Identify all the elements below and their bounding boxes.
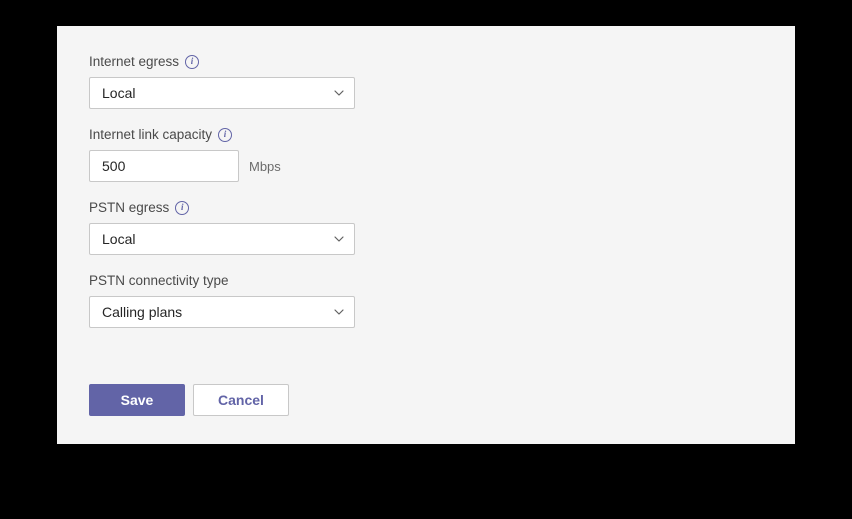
save-button[interactable]: Save — [89, 384, 185, 416]
pstn-connectivity-type-label: PSTN connectivity type — [89, 273, 229, 288]
internet-egress-label-row: Internet egress i — [89, 54, 763, 69]
internet-egress-label: Internet egress — [89, 54, 179, 69]
pstn-egress-label-row: PSTN egress i — [89, 200, 763, 215]
pstn-connectivity-type-value: Calling plans — [102, 304, 182, 320]
internet-egress-select-wrap: Local — [89, 77, 355, 109]
internet-link-capacity-row: Mbps — [89, 150, 763, 182]
internet-link-capacity-input[interactable] — [89, 150, 239, 182]
field-internet-egress: Internet egress i Local — [89, 54, 763, 109]
pstn-connectivity-type-select-wrap: Calling plans — [89, 296, 355, 328]
internet-link-capacity-label-row: Internet link capacity i — [89, 127, 763, 142]
settings-panel: Internet egress i Local Internet link ca… — [57, 26, 795, 444]
pstn-egress-select[interactable]: Local — [89, 223, 355, 255]
info-icon[interactable]: i — [218, 128, 232, 142]
pstn-egress-label: PSTN egress — [89, 200, 169, 215]
pstn-egress-select-wrap: Local — [89, 223, 355, 255]
field-internet-link-capacity: Internet link capacity i Mbps — [89, 127, 763, 182]
field-pstn-connectivity-type: PSTN connectivity type Calling plans — [89, 273, 763, 328]
pstn-connectivity-type-select[interactable]: Calling plans — [89, 296, 355, 328]
field-pstn-egress: PSTN egress i Local — [89, 200, 763, 255]
button-row: Save Cancel — [89, 384, 289, 416]
internet-link-capacity-label: Internet link capacity — [89, 127, 212, 142]
info-icon[interactable]: i — [185, 55, 199, 69]
cancel-button[interactable]: Cancel — [193, 384, 289, 416]
info-icon[interactable]: i — [175, 201, 189, 215]
internet-egress-select[interactable]: Local — [89, 77, 355, 109]
pstn-egress-value: Local — [102, 231, 135, 247]
internet-egress-value: Local — [102, 85, 135, 101]
internet-link-capacity-unit: Mbps — [249, 159, 281, 174]
pstn-connectivity-type-label-row: PSTN connectivity type — [89, 273, 763, 288]
